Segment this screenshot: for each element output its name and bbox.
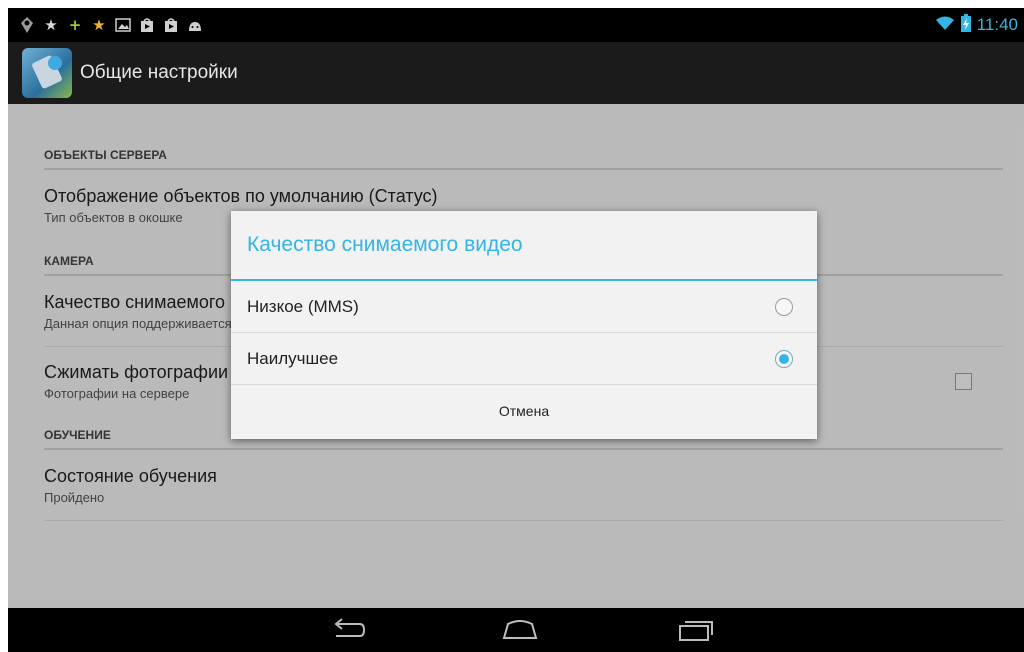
back-icon[interactable] [326,616,366,644]
image-icon [114,16,132,34]
radio-button-selected[interactable] [775,349,793,368]
star-gold-icon: ★ [92,15,106,34]
store-icon [162,16,180,34]
navigation-bar [8,608,1024,652]
store-icon [138,16,156,34]
plus-icon: + [68,15,82,34]
cancel-button[interactable]: Отмена [231,385,817,437]
clock: 11:40 [976,15,1018,34]
battery-charging-icon [960,14,971,36]
video-quality-dialog: Качество снимаемого видео Низкое (MMS) Н… [231,211,817,439]
option-label: Низкое (MMS) [247,296,359,316]
android-icon [186,16,204,34]
system-icons: 11:40 [935,14,1018,36]
notification-icons: ★ + ★ [18,16,204,34]
device-screen: ★ + ★ 11:40 Общие настройки ОБЪЕКТЫ СЕРВ… [8,8,1024,652]
recent-apps-icon[interactable] [676,616,716,644]
radio-button[interactable] [775,297,793,316]
page-title: Общие настройки [80,62,238,83]
option-low-mms[interactable]: Низкое (MMS) [231,281,817,333]
dialog-title: Качество снимаемого видео [231,211,817,281]
action-bar: Общие настройки [8,42,1024,104]
location-icon [18,16,36,34]
wifi-icon [935,15,955,35]
status-bar: ★ + ★ 11:40 [8,8,1024,42]
option-best[interactable]: Наилучшее [231,333,817,385]
app-icon[interactable] [22,48,72,98]
star-icon: ★ [44,15,58,34]
option-label: Наилучшее [247,348,339,368]
home-icon[interactable] [500,616,540,644]
